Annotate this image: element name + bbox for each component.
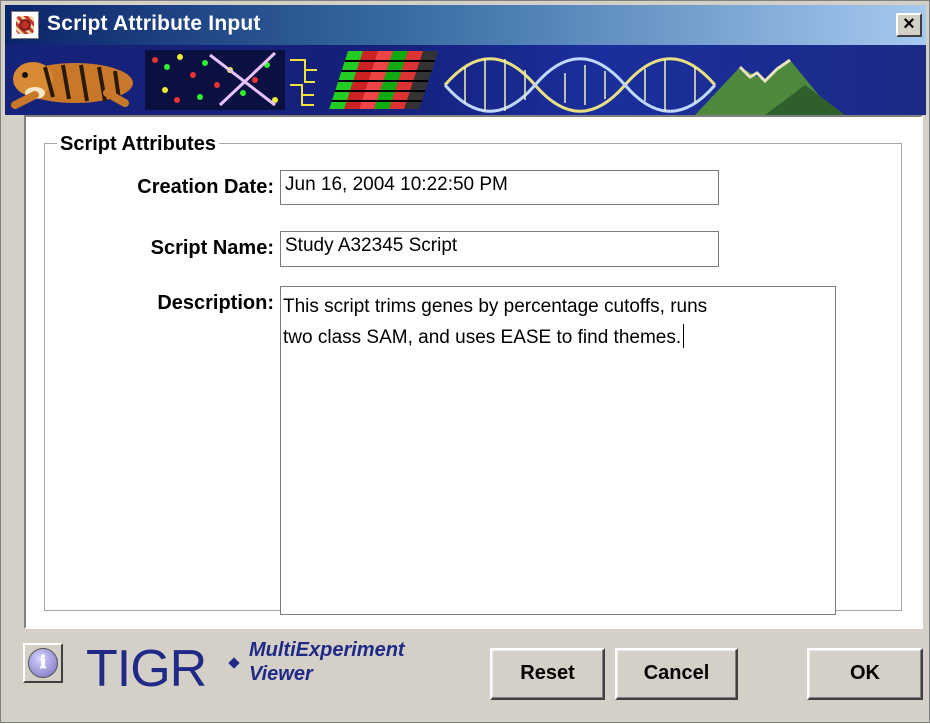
ok-button[interactable]: OK bbox=[807, 648, 923, 700]
logo-diamond-icon bbox=[228, 657, 240, 669]
description-textarea[interactable]: This script trims genes by percentage cu… bbox=[280, 286, 836, 615]
microarray-dots bbox=[145, 50, 285, 110]
logo-viewer: Viewer bbox=[249, 663, 313, 685]
script-name-field[interactable]: Study A32345 Script bbox=[280, 231, 719, 267]
text-caret bbox=[683, 324, 685, 348]
window-title: Script Attribute Input bbox=[47, 12, 261, 35]
dendrogram bbox=[290, 59, 317, 106]
banner-art bbox=[11, 50, 845, 115]
description-line: This script trims genes by percentage cu… bbox=[283, 296, 708, 317]
info-icon: ℹ bbox=[28, 648, 58, 678]
info-button[interactable]: ℹ bbox=[23, 643, 63, 683]
app-icon bbox=[11, 11, 39, 39]
footer-bar: ℹ TIGR MultiExperiment Viewer Reset Canc… bbox=[1, 629, 930, 724]
group-title: Script Attributes bbox=[57, 133, 219, 156]
description-line: two class SAM, and uses EASE to find the… bbox=[283, 322, 833, 353]
mountain-image bbox=[695, 58, 845, 115]
script-name-label: Script Name: bbox=[150, 237, 274, 259]
tiger-image bbox=[11, 62, 133, 109]
banner-image bbox=[5, 45, 926, 115]
logo-multiexperiment: MultiExperiment bbox=[249, 639, 405, 661]
tigr-logo: TIGR bbox=[86, 640, 207, 698]
title-bar[interactable]: Script Attribute Input × bbox=[5, 5, 926, 45]
dna-helix bbox=[443, 57, 717, 113]
creation-date-label: Creation Date: bbox=[137, 176, 274, 198]
description-label: Description: bbox=[157, 292, 274, 314]
dialog-window: Script Attribute Input × Script Attribut… bbox=[0, 0, 930, 723]
reset-button[interactable]: Reset bbox=[490, 648, 605, 700]
creation-date-field[interactable]: Jun 16, 2004 10:22:50 PM bbox=[280, 170, 719, 205]
cancel-button[interactable]: Cancel bbox=[615, 648, 738, 700]
close-button[interactable]: × bbox=[896, 13, 922, 37]
heatmap-image bbox=[329, 51, 439, 109]
content-panel: Script Attributes Creation Date: Jun 16,… bbox=[24, 115, 923, 629]
